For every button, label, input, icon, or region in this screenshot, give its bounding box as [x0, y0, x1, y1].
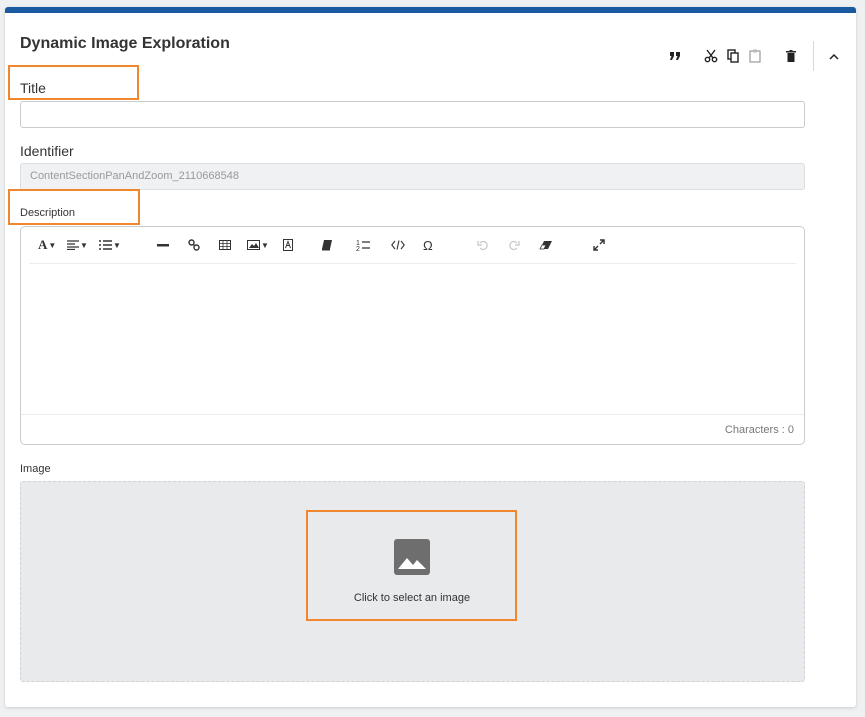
- content-section-panel: Dynamic Image Exploration Title Identifi…: [5, 7, 856, 707]
- editor-content-area[interactable]: [21, 265, 804, 413]
- image-dropzone[interactable]: Click to select an image: [20, 481, 805, 682]
- text-box-icon[interactable]: [283, 237, 293, 253]
- description-label: Description: [20, 207, 76, 219]
- toolbar-divider: [813, 41, 814, 71]
- select-image-button[interactable]: Click to select an image: [307, 516, 517, 626]
- fullscreen-icon[interactable]: [593, 237, 605, 253]
- paste-icon[interactable]: [745, 46, 765, 66]
- redo-icon[interactable]: [508, 237, 520, 253]
- book-icon[interactable]: [321, 237, 333, 253]
- editor-toolbar: A ▼ ▼ ▼ ▼ 1 2 Ω: [29, 227, 796, 264]
- align-icon[interactable]: ▼: [67, 237, 88, 253]
- rich-text-editor: A ▼ ▼ ▼ ▼ 1 2 Ω Characters: 0: [20, 226, 805, 445]
- link-icon[interactable]: [188, 237, 200, 253]
- image-icon[interactable]: ▼: [247, 237, 269, 253]
- header-toolbar: [663, 41, 844, 71]
- cut-icon[interactable]: [701, 46, 721, 66]
- identifier-field: ContentSectionPanAndZoom_2110668548: [20, 163, 805, 190]
- panel-title: Dynamic Image Exploration: [20, 35, 230, 52]
- character-count: Characters : 0: [21, 414, 804, 444]
- title-input[interactable]: [20, 101, 805, 128]
- code-icon[interactable]: [391, 237, 405, 253]
- chevron-up-icon[interactable]: [824, 46, 844, 66]
- horizontal-rule-icon[interactable]: [157, 237, 169, 253]
- select-image-text: Click to select an image: [353, 591, 471, 604]
- omega-icon[interactable]: Ω: [423, 237, 433, 253]
- image-placeholder-icon: [394, 538, 430, 580]
- copy-icon[interactable]: [723, 46, 743, 66]
- delete-icon[interactable]: [781, 46, 801, 66]
- image-label: Image: [20, 463, 51, 475]
- quote-icon[interactable]: [665, 46, 685, 66]
- title-label: Title: [20, 80, 46, 96]
- identifier-label: Identifier: [20, 143, 74, 159]
- list-icon[interactable]: ▼: [99, 237, 121, 253]
- svg-text:2: 2: [356, 246, 360, 251]
- font-icon[interactable]: A ▼: [38, 237, 56, 253]
- undo-icon[interactable]: [477, 237, 489, 253]
- numbered-step-icon[interactable]: 12: [356, 237, 370, 253]
- eraser-icon[interactable]: [539, 237, 553, 253]
- table-icon[interactable]: [219, 237, 231, 253]
